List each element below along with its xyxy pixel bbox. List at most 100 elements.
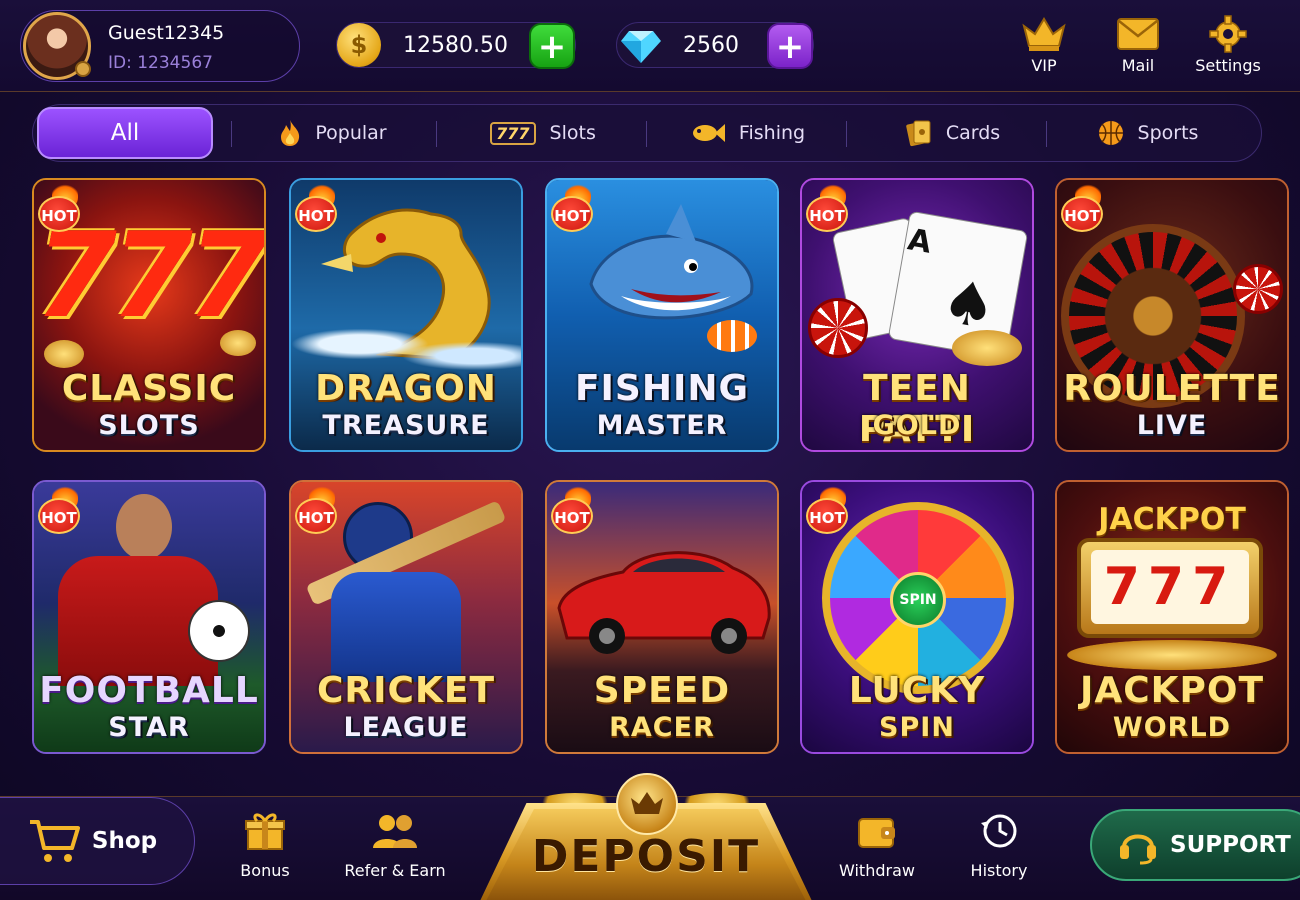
history-button[interactable]: History <box>944 809 1054 889</box>
game-title-line1: FOOTBALL <box>39 670 259 711</box>
clownfish-icon <box>707 320 757 352</box>
coin-amount: 12580.50 <box>403 33 508 58</box>
bonus-button[interactable]: Bonus <box>210 809 320 889</box>
game-card-dragon-treasure[interactable]: DRAGON TREASURE HOT <box>289 178 523 452</box>
spin-button-art: SPIN <box>890 572 946 628</box>
tab-sports[interactable]: Sports <box>1048 105 1248 161</box>
hot-label: HOT <box>295 196 337 232</box>
withdraw-button[interactable]: Withdraw <box>822 809 932 889</box>
fish-icon <box>692 124 725 142</box>
withdraw-label: Withdraw <box>839 861 915 880</box>
hot-label: HOT <box>1061 196 1103 232</box>
wallet-icon <box>858 818 895 848</box>
race-car-icon <box>557 551 771 654</box>
refer-earn-label: Refer & Earn <box>344 861 446 880</box>
hot-badge: HOT <box>551 484 597 534</box>
gift-icon <box>245 813 285 850</box>
user-id: ID: 1234567 <box>108 53 213 73</box>
mail-icon <box>1117 18 1159 50</box>
tab-cards[interactable]: Cards <box>853 105 1053 161</box>
vip-label: VIP <box>1031 56 1057 75</box>
hot-label: HOT <box>38 498 80 534</box>
users-icon <box>373 815 417 848</box>
support-label: SUPPORT <box>1170 832 1291 858</box>
game-title-line2: STAR <box>108 712 190 743</box>
hot-badge: HOT <box>295 182 341 232</box>
add-gems-button[interactable]: + <box>767 23 813 69</box>
vip-button[interactable]: VIP <box>1004 14 1084 80</box>
player-head <box>116 494 172 560</box>
add-coins-button[interactable]: + <box>529 23 575 69</box>
game-card-lucky-spin[interactable]: SPIN LUCKY SPIN HOT <box>800 480 1034 754</box>
tab-divider <box>846 121 847 147</box>
tab-slots-label: Slots <box>549 122 596 144</box>
hot-badge: HOT <box>551 182 597 232</box>
hot-badge: HOT <box>38 182 84 232</box>
tab-sports-label: Sports <box>1137 122 1199 144</box>
game-title-line2: RACER <box>609 712 715 743</box>
game-title-line2: GOLD <box>872 410 962 441</box>
game-card-jackpot-world[interactable]: JACKPOT 777 JACKPOT WORLD <box>1055 480 1289 754</box>
profile-card[interactable]: Guest12345 ID: 1234567 <box>20 10 300 82</box>
game-card-roulette-live[interactable]: ROULETTE LIVE HOT <box>1055 178 1289 452</box>
hot-label: HOT <box>551 196 593 232</box>
game-card-speed-racer[interactable]: SPEED RACER HOT <box>545 480 779 754</box>
tab-all[interactable]: All <box>37 107 213 159</box>
gem-amount: 2560 <box>683 33 739 58</box>
game-card-cricket-league[interactable]: CRICKET LEAGUE HOT <box>289 480 523 754</box>
refer-earn-button[interactable]: Refer & Earn <box>340 809 450 889</box>
tab-slots[interactable]: 777 Slots <box>443 105 643 161</box>
coin-icon <box>44 340 84 368</box>
game-card-football-star[interactable]: FOOTBALL STAR HOT <box>32 480 266 754</box>
shop-button[interactable]: Shop <box>0 797 195 885</box>
hot-label: HOT <box>295 498 337 534</box>
shopping-cart-icon <box>29 820 80 862</box>
coin-icon: $ <box>337 23 381 67</box>
hot-label: HOT <box>551 498 593 534</box>
support-button[interactable]: SUPPORT <box>1090 809 1300 881</box>
mail-button[interactable]: Mail <box>1098 14 1178 80</box>
game-title-line1: DRAGON <box>315 368 497 409</box>
poker-chip-icon <box>808 298 868 358</box>
tab-divider <box>646 121 647 147</box>
username: Guest12345 <box>108 22 225 44</box>
football-icon <box>188 600 250 662</box>
crown-icon <box>1022 17 1066 51</box>
game-title-line1: FISHING <box>574 368 750 409</box>
tab-divider <box>231 121 232 147</box>
tab-divider <box>1046 121 1047 147</box>
tab-cards-label: Cards <box>945 122 1001 144</box>
slots-777-icon: 777 <box>490 121 536 145</box>
player-jersey <box>331 572 461 682</box>
game-card-teen-patti-gold[interactable]: A ♠ TEEN PATTI GOLD HOT <box>800 178 1034 452</box>
slot-reels: 777 <box>1091 550 1249 624</box>
hot-badge: HOT <box>806 484 852 534</box>
game-card-classic-slots[interactable]: 777 CLASSIC SLOTS HOT <box>32 178 266 452</box>
game-title-line2: SPIN <box>879 712 955 743</box>
category-tabs: All Popular 777 Slots Fishing Cards Spor… <box>32 104 1262 162</box>
shop-label: Shop <box>91 828 158 854</box>
tab-fishing[interactable]: Fishing <box>648 105 848 161</box>
crown-glyph <box>631 792 663 814</box>
jackpot-sign: JACKPOT <box>1098 502 1246 537</box>
hot-label: HOT <box>38 196 80 232</box>
hot-badge: HOT <box>295 484 341 534</box>
deposit-label: DEPOSIT <box>531 831 761 882</box>
gem-balance: 2560 + <box>616 22 814 69</box>
coin-balance: $ 12580.50 + <box>336 22 576 69</box>
tab-popular-label: Popular <box>315 122 387 144</box>
tab-popular[interactable]: Popular <box>233 105 433 161</box>
bottom-nav: Shop Bonus Refer & Earn DEPOSIT Withdraw… <box>0 773 1300 900</box>
crown-icon <box>616 773 678 835</box>
game-title-line1: LUCKY <box>848 670 986 711</box>
settings-button[interactable]: Settings <box>1188 14 1268 80</box>
deposit-button[interactable]: DEPOSIT <box>480 773 812 900</box>
basketball-icon <box>1098 121 1123 145</box>
diamond-icon <box>621 31 661 63</box>
hot-label: HOT <box>806 196 848 232</box>
game-title-line2: LIVE <box>1136 410 1208 441</box>
game-title-line2: SLOTS <box>98 410 200 441</box>
game-card-fishing-master[interactable]: FISHING MASTER HOT <box>545 178 779 452</box>
poker-chip-icon <box>1233 264 1283 314</box>
tab-all-label: All <box>110 120 140 146</box>
